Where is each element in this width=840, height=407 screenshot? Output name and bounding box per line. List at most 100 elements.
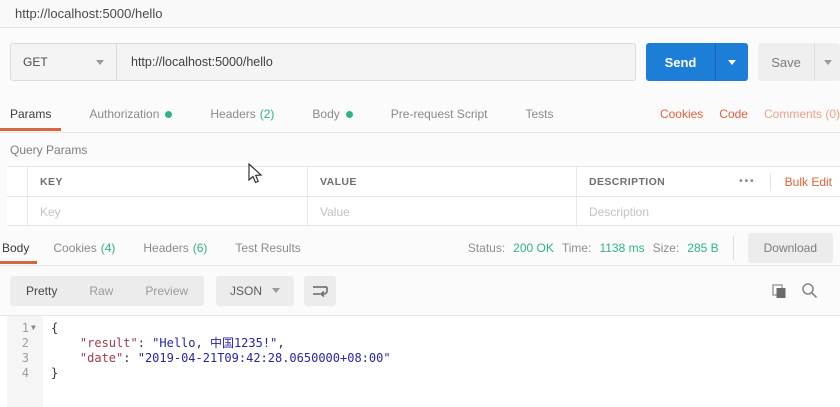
cookies-link[interactable]: Cookies [660,107,703,121]
time-label: Time: [561,241,592,255]
url-input[interactable] [117,44,635,80]
code-token-string: "Hello, 中国1235!" [152,336,278,350]
tab-label: Body [2,241,30,255]
save-button[interactable]: Save [757,43,815,81]
tab-count-badge: (6) [192,241,208,255]
response-header: Body Cookies (4) Headers (6) Test Results Sta… [0,226,840,266]
code-link[interactable]: Code [719,107,748,121]
description-input[interactable] [589,205,828,219]
request-tab-bar: http://localhost:5000/hello [0,0,840,28]
copy-button[interactable] [771,283,787,299]
line-number: 1 ▼ [7,320,43,335]
code-token-key: "date" [79,350,124,365]
response-toolbar: Pretty Raw Preview JSON [0,266,840,316]
code-token-plain: : [123,350,138,365]
tab-label: Authorization [89,107,160,121]
query-params-title: Query Params [10,142,88,157]
value-input[interactable] [320,205,564,219]
view-switcher: Pretty Raw Preview [10,275,205,306]
tab-label: Body [312,107,340,121]
table-row [7,197,840,227]
request-tab-headers[interactable]: Headers (2) [200,96,284,132]
bulk-edit-link[interactable]: Bulk Edit [771,175,840,189]
response-tab-body[interactable]: Body [0,231,38,265]
comments-link[interactable]: Comments (0) [764,107,840,121]
code-line: { [51,320,840,335]
tab-label: Test Results [235,241,301,255]
line-number-text: 3 [21,350,29,365]
request-tab-authorization[interactable]: Authorization [79,96,182,132]
tab-label: Cookies [53,241,97,255]
download-button[interactable]: Download [747,233,833,263]
line-number-gutter: 1▼2▼3▼4▼ [7,316,43,407]
search-button[interactable] [801,282,818,299]
table-header-row: KEY VALUE DESCRIPTION ••• Bulk Edit [7,167,840,197]
view-preview-button[interactable]: Preview [129,276,204,306]
response-meta: Status: 200 OK Time: 1138 ms Size: 285 B… [468,231,840,265]
green-dot-indicator [345,110,353,118]
response-body-editor[interactable]: 1▼2▼3▼4▼ { "result": "Hello, 中国1235!", "… [0,316,840,407]
line-number-text: 1 [21,320,29,335]
wrap-lines-button[interactable] [304,275,337,306]
request-tab-body[interactable]: Body [302,96,362,132]
line-number: 2▼ [7,335,43,350]
response-tab-headers[interactable]: Headers (6) [135,231,215,265]
response-tab-cookies[interactable]: Cookies (4) [45,231,123,265]
tab-count-badge: (2) [259,107,275,121]
time-value: 1138 ms [599,241,645,255]
response-tabs: Body Cookies (4) Headers (6) Test Results [0,231,321,265]
code-line: "result": "Hello, 中国1235!", [51,335,840,351]
tab-label: Pre-request Script [390,107,488,121]
tab-label: Params [10,107,52,121]
request-tab-params[interactable]: Params [0,96,62,132]
chevron-down-icon [727,59,736,65]
tab-count-badge: (4) [100,241,116,255]
chevron-down-icon [823,59,832,65]
more-options-icon[interactable]: ••• [725,176,770,187]
method-label: GET [23,55,48,69]
description-column-header: DESCRIPTION ••• Bulk Edit [577,167,840,196]
line-number-text: 4 [21,365,29,380]
format-label: JSON [230,283,263,298]
code-token-plain: { [51,320,59,335]
key-column-header: KEY [28,167,308,196]
tab-label: Headers [143,241,189,255]
request-builder: GET Send Save [0,28,840,96]
size-value: 285 B [687,241,719,255]
divider [732,236,734,260]
fold-toggle-icon[interactable]: ▼ [31,323,40,332]
send-button[interactable]: Send [645,43,716,81]
code-token-key: "result" [79,335,138,350]
status-label: Status: [467,241,506,255]
code-token-string: "2019-04-21T09:42:28.0650000+08:00" [137,350,391,365]
tab-label: Headers [210,107,256,121]
format-select[interactable]: JSON [216,275,295,306]
method-select[interactable]: GET [11,44,117,80]
request-tab-tests[interactable]: Tests [515,96,563,132]
request-tab-pre-request-script[interactable]: Pre-request Script [381,96,498,132]
code-token-plain: : [137,335,153,350]
line-number: 4▼ [7,365,43,380]
response-tab-test-results[interactable]: Test Results [227,231,308,265]
key-input[interactable] [40,205,294,219]
view-pretty-button[interactable]: Pretty [10,276,73,306]
search-icon [802,283,818,299]
view-raw-button[interactable]: Raw [73,276,129,306]
code-token-plain: } [51,365,59,380]
code-area[interactable]: { "result": "Hello, 中国1235!", "date": "2… [43,316,840,407]
send-button-group: Send [645,43,748,81]
tab-label: Tests [525,107,554,121]
method-url-group: GET [10,43,636,81]
row-handle[interactable] [7,197,28,227]
send-options-button[interactable] [715,43,748,81]
request-tabs: Params Authorization Headers (2) Body Pre-req… [0,96,582,132]
save-options-button[interactable] [814,43,840,81]
request-tab-title[interactable]: http://localhost:5000/hello [0,6,162,21]
postman-app: { "tab_bar": { "title": "http://localhos… [0,0,840,407]
line-number: 3▼ [7,350,43,365]
line-number-text: 2 [21,335,29,350]
value-column-header: VALUE [308,167,577,196]
status-badge: 200 OK [513,241,554,255]
